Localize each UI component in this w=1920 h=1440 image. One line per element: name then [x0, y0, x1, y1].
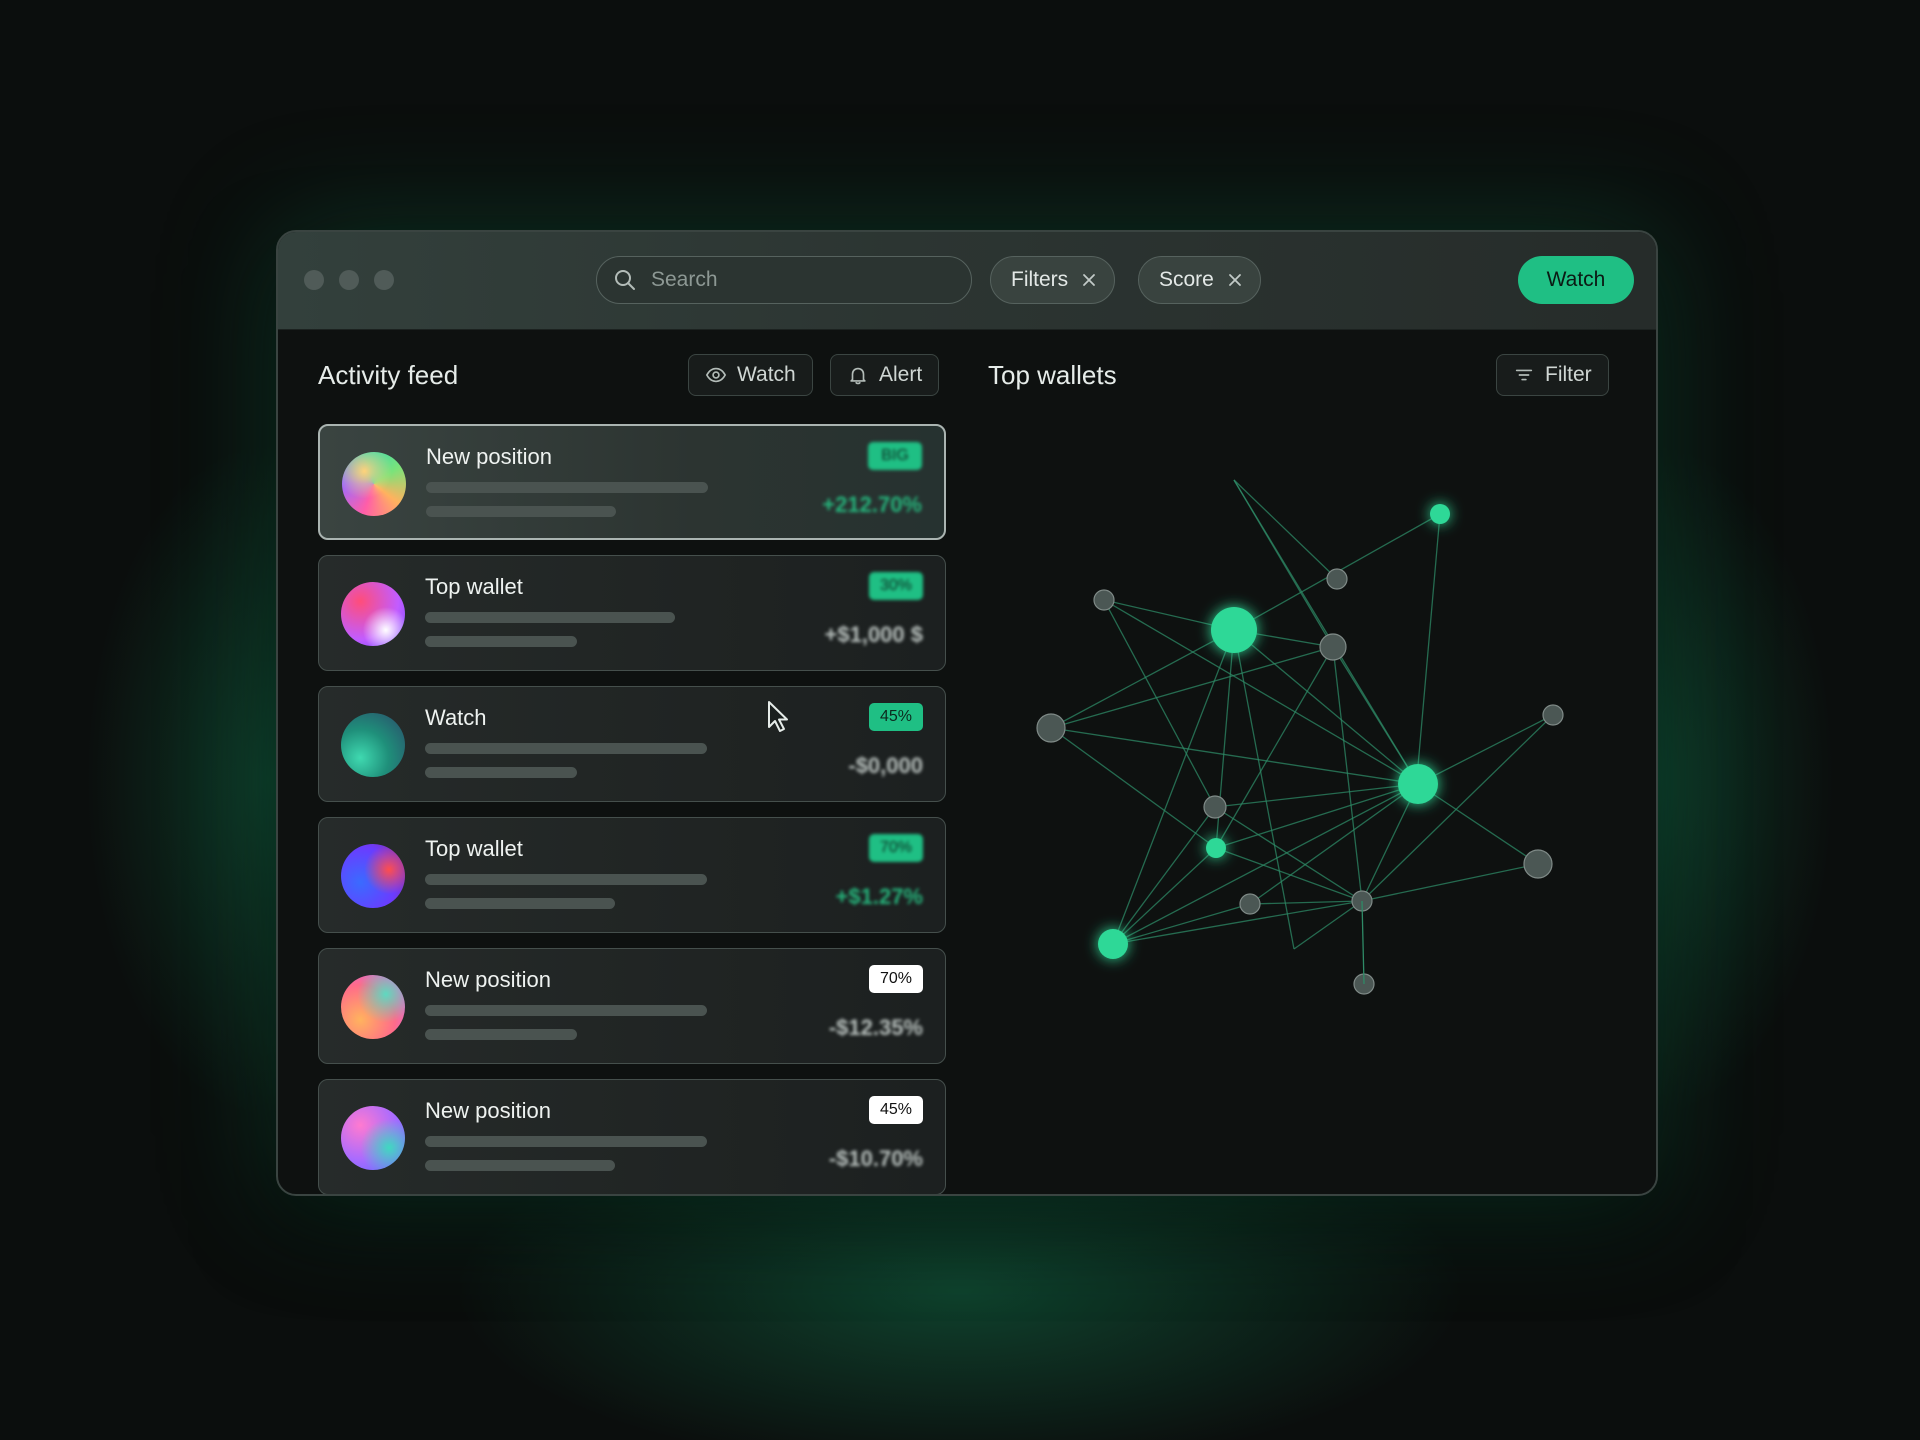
graph-node[interactable] [1523, 849, 1553, 879]
graph-edges [1050, 479, 1554, 950]
graph-node[interactable] [1239, 893, 1261, 915]
graph-node[interactable] [1036, 713, 1066, 743]
graph-edge [1361, 900, 1365, 985]
graph-node[interactable] [1203, 795, 1227, 819]
graph-node-highlight[interactable] [1211, 607, 1257, 653]
graph-node-highlight[interactable] [1430, 504, 1450, 524]
app-window: Filters Score Watch Activity feed Watch … [276, 230, 1658, 1196]
graph-node[interactable] [1326, 568, 1348, 590]
graph-node[interactable] [1542, 704, 1564, 726]
graph-node[interactable] [1319, 633, 1347, 661]
graph-node-highlight[interactable] [1398, 764, 1438, 804]
graph-node-highlight[interactable] [1098, 929, 1128, 959]
graph-node[interactable] [1093, 589, 1115, 611]
graph-nodes [1036, 504, 1564, 995]
graph-node-highlight[interactable] [1206, 838, 1226, 858]
wallet-network-graph [1036, 479, 1564, 995]
